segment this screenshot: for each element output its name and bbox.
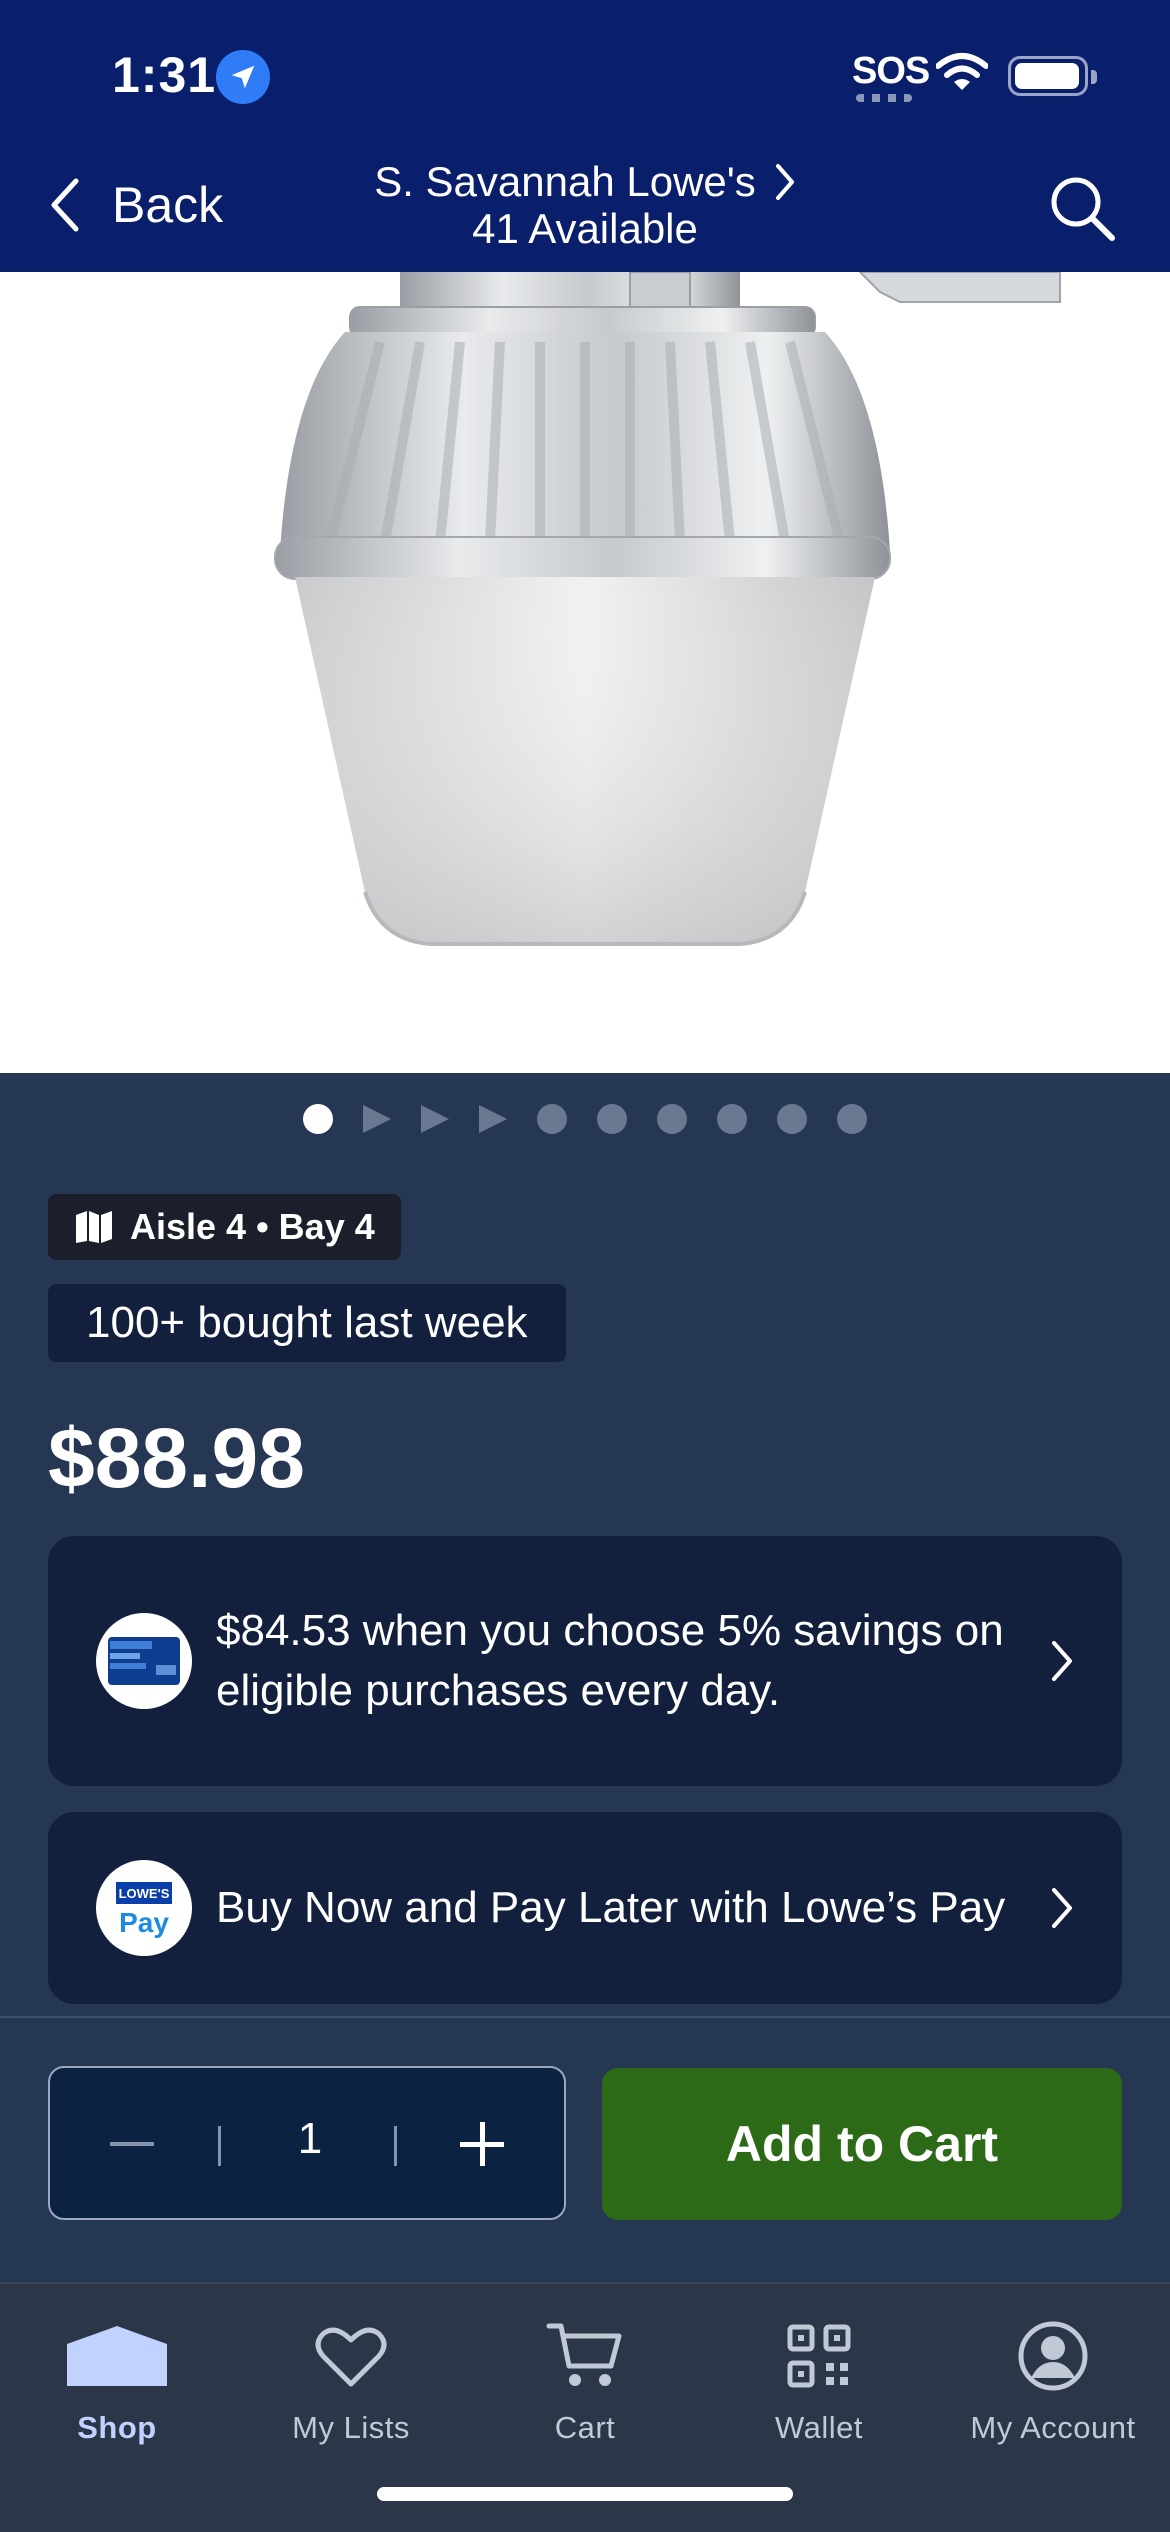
pay-logo-text: Pay <box>119 1907 169 1938</box>
quantity-stepper: 1 <box>48 2066 566 2220</box>
chevron-right-icon <box>1052 1641 1072 1681</box>
pager-dot[interactable] <box>537 1104 567 1134</box>
chevron-left-icon <box>51 178 79 232</box>
video-indicator-icon[interactable] <box>363 1105 391 1133</box>
pager-dot[interactable] <box>717 1104 747 1134</box>
separator <box>218 2126 221 2166</box>
aisle-text: Aisle 4 • Bay 4 <box>130 1206 375 1247</box>
heart-icon <box>315 2318 387 2394</box>
product-image[interactable] <box>0 272 1170 1073</box>
search-button[interactable] <box>1048 174 1118 249</box>
account-icon <box>1017 2318 1089 2394</box>
search-icon <box>1051 177 1115 241</box>
wifi-icon <box>935 52 989 97</box>
tab-label: Wallet <box>775 2410 863 2445</box>
tab-wallet[interactable]: Wallet <box>702 2284 936 2454</box>
lowes-pay-promo[interactable]: LOWE'S Pay Buy Now and Pay Later with Lo… <box>48 1812 1122 2004</box>
signal-dots-icon <box>856 94 912 102</box>
home-indicator[interactable] <box>377 2487 793 2501</box>
separator <box>394 2126 397 2166</box>
qr-code-icon <box>786 2318 852 2394</box>
tab-my-account[interactable]: My Account <box>936 2284 1170 2454</box>
tab-cart[interactable]: Cart <box>468 2284 702 2454</box>
image-pager[interactable] <box>0 1104 1170 1134</box>
pager-dot[interactable] <box>657 1104 687 1134</box>
product-price: $88.98 <box>48 1411 305 1505</box>
add-to-cart-button[interactable]: Add to Cart <box>602 2068 1122 2220</box>
add-to-cart-label: Add to Cart <box>725 2116 999 2172</box>
top-bar: 1:31 SOS Back S. Savannah Lowe's 41 Avai… <box>0 0 1170 272</box>
store-name: S. Savannah Lowe's <box>374 158 756 205</box>
lowes-pay-text: Buy Now and Pay Later with Lowe’s Pay <box>216 1883 1006 1932</box>
pager-dot[interactable] <box>777 1104 807 1134</box>
map-icon <box>76 1211 112 1243</box>
video-indicator-icon[interactable] <box>479 1105 507 1133</box>
video-indicator-icon[interactable] <box>421 1105 449 1133</box>
back-label: Back <box>112 177 224 233</box>
bought-last-week-badge: 100+ bought last week <box>48 1284 566 1362</box>
shop-icon <box>65 2318 169 2394</box>
credit-savings-promo[interactable]: $84.53 when you choose 5% savings on eli… <box>48 1536 1122 1786</box>
quantity-value[interactable]: 1 <box>260 2114 360 2164</box>
decrement-button[interactable] <box>110 2142 154 2146</box>
sos-indicator: SOS <box>852 50 930 92</box>
chevron-right-icon <box>1052 1888 1072 1928</box>
lowes-card-logo-icon <box>96 1613 192 1709</box>
tab-label: My Account <box>970 2410 1136 2445</box>
aisle-location-chip[interactable]: Aisle 4 • Bay 4 <box>48 1194 401 1260</box>
bought-text: 100+ bought last week <box>86 1298 528 1347</box>
credit-savings-text: $84.53 when you choose 5% savings on eli… <box>216 1606 1004 1715</box>
pager-dot[interactable] <box>837 1104 867 1134</box>
chevron-right-icon <box>775 163 794 200</box>
availability-text: 41 Available <box>472 205 698 252</box>
tab-label: Shop <box>77 2410 157 2445</box>
status-time: 1:31 <box>112 47 217 103</box>
pager-dot-active[interactable] <box>303 1104 333 1134</box>
divider <box>0 2016 1170 2018</box>
lowes-logo-text: LOWE'S <box>119 1886 170 1901</box>
tab-label: Cart <box>554 2410 616 2445</box>
location-arrow-icon <box>216 50 270 104</box>
lowes-pay-logo-icon: LOWE'S Pay <box>96 1860 192 1956</box>
tab-label: My Lists <box>292 2410 410 2445</box>
tab-my-lists[interactable]: My Lists <box>234 2284 468 2454</box>
increment-button[interactable] <box>460 2122 504 2166</box>
back-button[interactable]: Back <box>48 176 223 234</box>
pager-dot[interactable] <box>597 1104 627 1134</box>
battery-icon <box>1008 56 1097 96</box>
store-selector[interactable]: S. Savannah Lowe's 41 Available <box>350 158 820 252</box>
cart-icon <box>545 2318 625 2394</box>
tab-shop[interactable]: Shop <box>0 2284 234 2454</box>
